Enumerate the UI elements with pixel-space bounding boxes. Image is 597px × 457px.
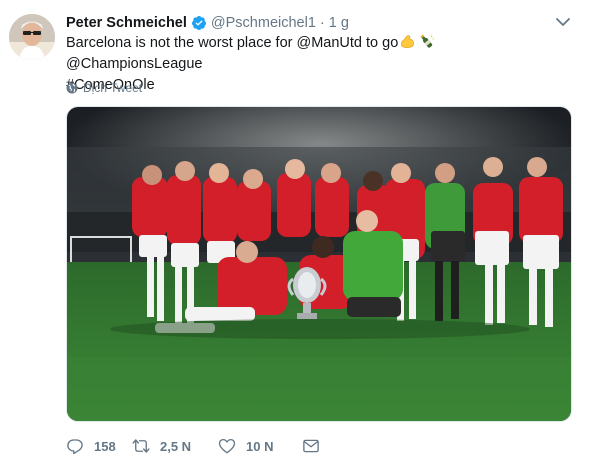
direct-message-button[interactable] bbox=[302, 437, 330, 455]
avatar[interactable] bbox=[9, 14, 55, 60]
globe-icon bbox=[66, 82, 78, 94]
reply-icon bbox=[67, 439, 83, 455]
verified-badge-icon bbox=[191, 16, 206, 30]
user-handle[interactable]: @Pschmeichel1 bbox=[211, 15, 316, 31]
separator-dot: · bbox=[319, 15, 325, 31]
tweet-header: Peter Schmeichel @Pschmeichel1 · 1 g bbox=[66, 13, 577, 33]
tweet-actions: 158 2,5 N 10 N bbox=[66, 436, 330, 456]
retweet-button[interactable]: 2,5 N bbox=[132, 437, 218, 455]
retweet-count: 2,5 N bbox=[160, 438, 192, 454]
translate-link[interactable]: Dịch Tweet bbox=[66, 80, 142, 96]
reply-button[interactable]: 158 bbox=[66, 437, 132, 455]
tweet-text-part1: Barcelona is not the worst place for @Ma… bbox=[66, 35, 399, 51]
like-button[interactable]: 10 N bbox=[218, 437, 302, 455]
champagne-emoji bbox=[420, 34, 435, 48]
reply-count: 158 bbox=[94, 438, 116, 454]
display-name[interactable]: Peter Schmeichel bbox=[66, 15, 187, 31]
heart-icon bbox=[218, 438, 236, 454]
retweet-icon bbox=[132, 439, 150, 453]
mention-champions-league[interactable]: @ChampionsLeague bbox=[66, 56, 202, 72]
translate-label: Dịch Tweet bbox=[83, 81, 143, 95]
like-count: 10 N bbox=[246, 438, 274, 454]
chevron-down-icon[interactable] bbox=[556, 17, 570, 27]
team-celebration-photo bbox=[67, 107, 571, 421]
timestamp[interactable]: 1 g bbox=[329, 15, 349, 31]
tweet-photo[interactable] bbox=[66, 106, 572, 422]
flexed-biceps-emoji bbox=[401, 35, 415, 49]
envelope-icon bbox=[303, 439, 319, 453]
tweet[interactable]: Peter Schmeichel @Pschmeichel1 · 1 g Bar… bbox=[0, 0, 597, 457]
avatar-image bbox=[9, 14, 55, 60]
